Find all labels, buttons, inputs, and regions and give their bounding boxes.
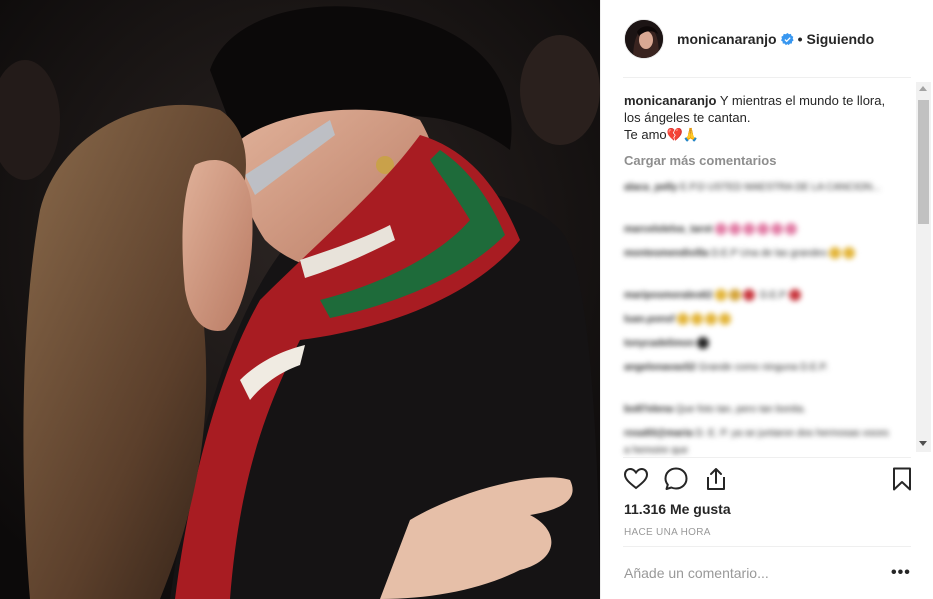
more-options-button[interactable]: ••• (891, 564, 911, 581)
share-icon (707, 468, 725, 490)
emoji-icon (729, 223, 742, 236)
post-actions (623, 466, 913, 494)
user-line: monicanaranjo • Siguiendo (677, 31, 874, 47)
emoji-icon (785, 223, 798, 236)
separator-dot: • (797, 31, 803, 47)
bookmark-icon (893, 467, 911, 491)
emoji-icon (771, 223, 784, 236)
comment-item: montesmendivilla D.E.P Una de las grande… (624, 245, 892, 262)
comment-icon (664, 467, 688, 490)
comment-text: D.E.P (759, 290, 786, 301)
share-button[interactable] (703, 466, 729, 492)
emoji-icon (697, 337, 710, 350)
emoji-icon (843, 247, 856, 260)
comment-item: rosa93@maria D. E. P. ya se juntaron dos… (624, 425, 892, 459)
emoji-icon (691, 313, 704, 326)
scrollbar-thumb[interactable] (918, 100, 929, 224)
emoji-icon (715, 289, 728, 302)
caption-username[interactable]: monicanaranjo (624, 93, 716, 108)
avatar-image (625, 20, 663, 58)
comment-item: marcelolelva_tarot (624, 221, 892, 238)
comment-text: E.P.D USTED MAESTRA DE LA CANCION... (680, 182, 881, 193)
comment-username[interactable]: rosa93@maria (624, 428, 693, 439)
comment-button[interactable] (663, 466, 689, 492)
save-button[interactable] (889, 466, 915, 492)
comment-username[interactable]: montesmendivilla (624, 248, 708, 259)
scroll-up-arrow-icon[interactable] (919, 86, 927, 91)
following-button[interactable]: Siguiendo (807, 31, 875, 47)
emoji-icon (743, 289, 756, 302)
comment-username[interactable]: luan.ponsf (624, 314, 675, 325)
comment-username[interactable]: bo87elena (624, 404, 673, 415)
comment-username[interactable]: marcelolelva_tarot (624, 224, 712, 235)
comment-username[interactable]: tonycadelimon (624, 338, 695, 349)
comment-username[interactable]: alaca_pelly (624, 182, 677, 193)
header-divider (623, 77, 911, 78)
post-caption: monicanaranjo Y mientras el mundo te llo… (624, 92, 892, 143)
username-link[interactable]: monicanaranjo (677, 31, 777, 47)
comment-username[interactable]: mariposmorales62 (624, 290, 712, 301)
comment-input-divider (623, 546, 911, 547)
emoji-icon (729, 289, 742, 302)
post-side-panel: monicanaranjo • Siguiendo monicanaranjo … (600, 0, 933, 599)
comment-item: alaca_pelly E.P.D USTED MAESTRA DE LA CA… (624, 179, 892, 196)
comment-text: Que foto tan, pero tan bonita. (675, 404, 806, 415)
comment-item: luan.ponsf (624, 311, 892, 328)
post-photo-image (0, 0, 600, 599)
emoji-icon (788, 289, 801, 302)
avatar[interactable] (624, 19, 664, 59)
post-header: monicanaranjo • Siguiendo (601, 0, 933, 78)
comment-text: Grande como ninguna D.E.P. (698, 362, 828, 373)
comment-item: tonycadelimon (624, 335, 892, 352)
emoji-icon (743, 223, 756, 236)
add-comment-input[interactable]: Añade un comentario... (624, 565, 769, 581)
likes-count[interactable]: 11.316 Me gusta (624, 501, 731, 517)
post-photo[interactable] (0, 0, 600, 599)
emoji-icon (829, 247, 842, 260)
heart-icon (623, 467, 649, 490)
actions-divider (623, 457, 911, 458)
comment-item: bo87elena Que foto tan, pero tan bonita. (624, 401, 892, 418)
verified-badge-icon (780, 32, 794, 45)
emoji-icon (757, 223, 770, 236)
post-timestamp: HACE UNA HORA (624, 527, 711, 538)
comment-username[interactable]: angelonavas52 (624, 362, 696, 373)
like-button[interactable] (623, 466, 649, 492)
scroll-down-arrow-icon[interactable] (919, 441, 927, 446)
caption-line2: Te amo💔🙏 (624, 127, 700, 142)
comment-item: angelonavas52 Grande como ninguna D.E.P. (624, 359, 892, 376)
emoji-icon (705, 313, 718, 326)
emoji-icon (677, 313, 690, 326)
comment-text: D.E.P Una de las grandes (711, 248, 827, 259)
load-more-comments-button[interactable]: Cargar más comentarios (624, 153, 776, 168)
emoji-icon (715, 223, 728, 236)
emoji-icon (719, 313, 732, 326)
comment-item: mariposmorales62 D.E.P (624, 287, 892, 304)
